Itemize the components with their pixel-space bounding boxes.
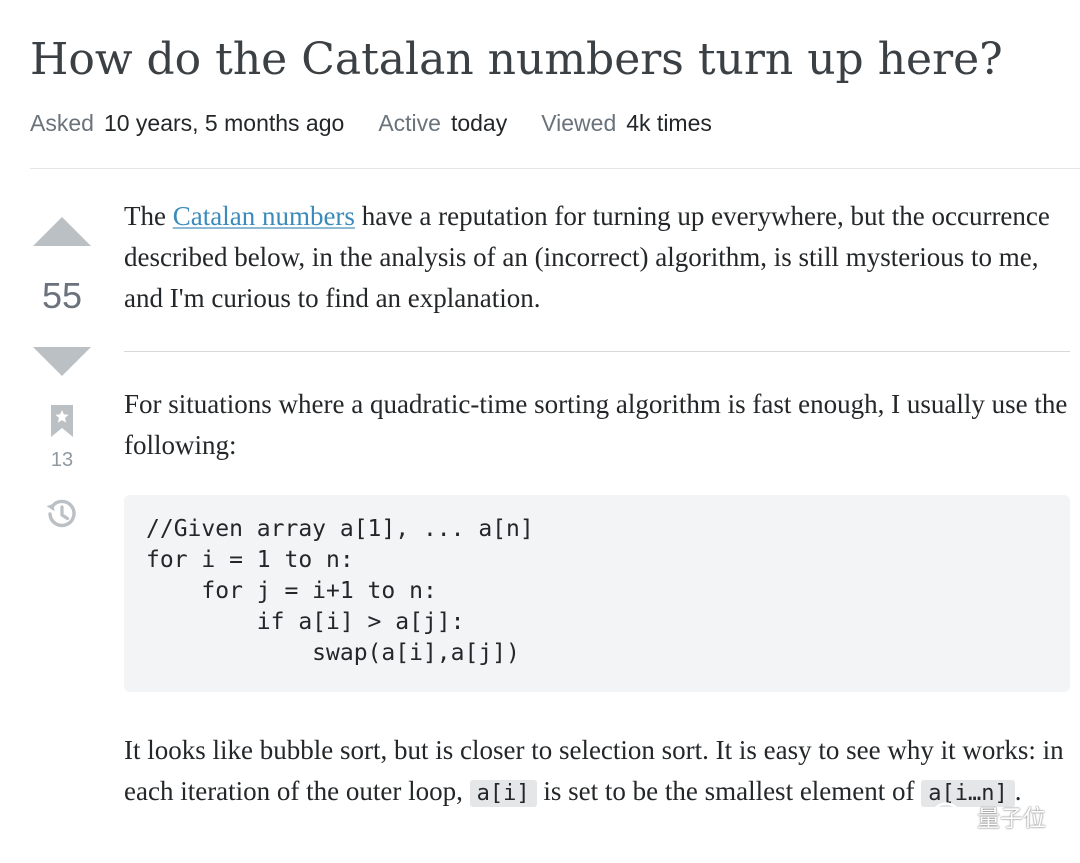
intro-text-before: The: [124, 201, 173, 231]
question-meta: Asked 10 years, 5 months ago Active today Vi…: [30, 106, 746, 140]
question-title[interactable]: How do the Catalan numbers turn up here?: [30, 26, 1003, 94]
section-divider: [124, 351, 1070, 352]
watermark-text: 量子位: [977, 806, 1046, 832]
code-block: //Given array a[1], ... a[n] for i = 1 t…: [124, 495, 1070, 692]
paragraph-intro: The Catalan numbers have a reputation fo…: [124, 196, 1070, 319]
vote-count: 55: [41, 275, 83, 316]
history-clock-icon[interactable]: [44, 497, 78, 531]
active-value[interactable]: today: [451, 110, 507, 136]
active-label: Active: [378, 110, 441, 136]
inline-code-a-i: a[i]: [469, 780, 537, 807]
asked-value: 10 years, 5 months ago: [103, 110, 345, 136]
wechat-icon: [932, 802, 969, 829]
caret-down-icon[interactable]: [33, 347, 91, 376]
viewed-label: Viewed: [541, 110, 617, 136]
watermark: 量子位: [931, 799, 1046, 833]
header-divider: [30, 168, 1080, 169]
bookmark-count: 13: [50, 449, 74, 471]
paragraph-explanation: It looks like bubble sort, but is closer…: [124, 730, 1070, 814]
explanation-text-2: is set to be the smallest element of: [536, 776, 922, 806]
paragraph-situation: For situations where a quadratic-time so…: [124, 389, 1068, 460]
bookmark-star-icon[interactable]: [51, 405, 73, 437]
asked-label: Asked: [30, 110, 94, 136]
viewed-value: 4k times: [626, 110, 712, 136]
catalan-numbers-link[interactable]: Catalan numbers: [173, 201, 355, 231]
caret-up-icon[interactable]: [33, 217, 91, 246]
